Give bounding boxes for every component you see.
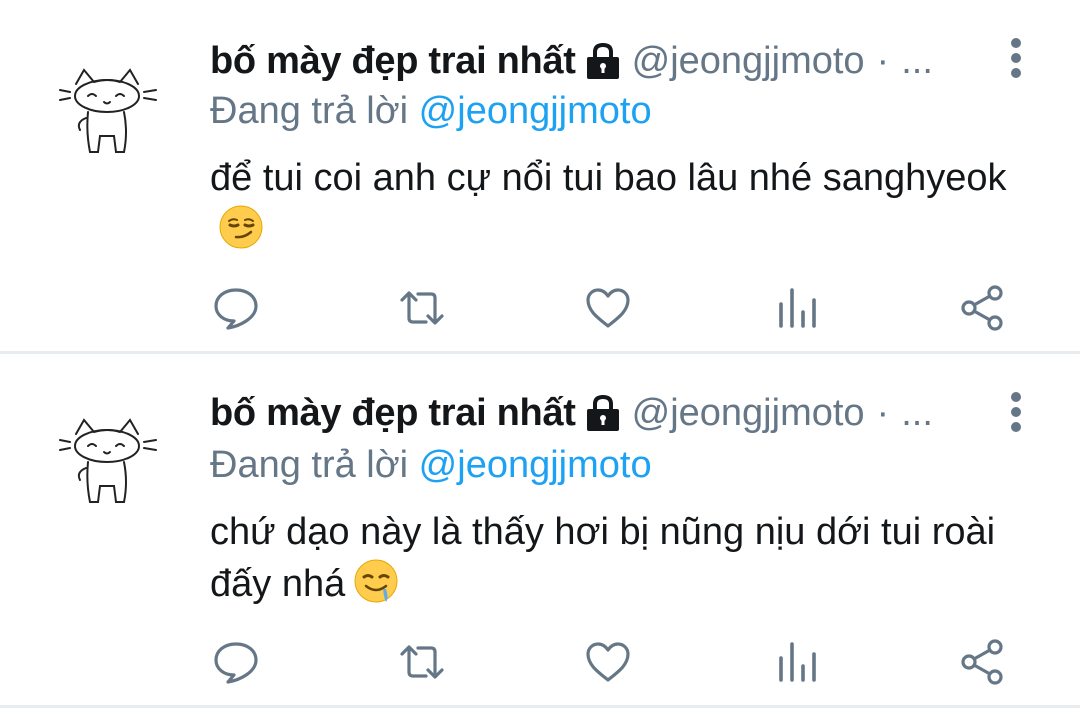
reply-icon[interactable]	[212, 284, 260, 332]
tweet-actions	[210, 638, 1010, 686]
tweet-header: bố mày đẹp trai nhất @jeongjjmoto · ...	[210, 390, 933, 436]
user-handle[interactable]: @jeongjjmoto	[632, 390, 865, 436]
more-options-icon[interactable]	[1008, 392, 1024, 436]
user-handle[interactable]: @jeongjjmoto	[632, 38, 865, 84]
tweet-item[interactable]: bố mày đẹp trai nhất @jeongjjmoto · ... …	[0, 0, 1080, 354]
retweet-icon[interactable]	[398, 638, 446, 686]
replying-to: Đang trả lời @jeongjjmoto	[210, 442, 652, 488]
like-icon[interactable]	[584, 284, 632, 332]
analytics-icon[interactable]	[773, 638, 821, 686]
lock-icon	[586, 394, 619, 431]
share-icon[interactable]	[958, 638, 1006, 686]
lock-icon	[586, 42, 619, 79]
reply-icon[interactable]	[212, 638, 260, 686]
tweet-body: chứ dạo này là thấy hơi bị nũng nịu dới …	[210, 511, 996, 605]
replying-prefix: Đang trả lời	[210, 90, 409, 132]
replying-mention[interactable]: @jeongjjmoto	[419, 90, 652, 132]
tweet-text: chứ dạo này là thấy hơi bị nũng nịu dới …	[210, 506, 1030, 610]
drooling-face-emoji	[354, 559, 398, 603]
replying-prefix: Đang trả lời	[210, 444, 409, 486]
avatar[interactable]	[58, 62, 158, 162]
display-name[interactable]: bố mày đẹp trai nhất	[210, 390, 576, 436]
truncated-timestamp: ...	[901, 40, 933, 82]
separator-dot: ·	[876, 392, 890, 434]
display-name[interactable]: bố mày đẹp trai nhất	[210, 38, 576, 84]
tweet-body: để tui coi anh cự nổi tui bao lâu nhé sa…	[210, 157, 1007, 199]
analytics-icon[interactable]	[773, 284, 821, 332]
truncated-timestamp: ...	[901, 392, 933, 434]
more-options-icon[interactable]	[1008, 38, 1024, 82]
replying-mention[interactable]: @jeongjjmoto	[419, 444, 652, 486]
separator-dot: ·	[876, 40, 890, 82]
retweet-icon[interactable]	[398, 284, 446, 332]
tweet-actions	[210, 284, 1010, 332]
replying-to: Đang trả lời @jeongjjmoto	[210, 88, 652, 134]
avatar[interactable]	[58, 412, 158, 512]
like-icon[interactable]	[584, 638, 632, 686]
tweet-header: bố mày đẹp trai nhất @jeongjjmoto · ...	[210, 38, 933, 84]
smirking-face-emoji	[219, 205, 263, 249]
tweet-item[interactable]: bố mày đẹp trai nhất @jeongjjmoto · ... …	[0, 354, 1080, 708]
tweet-text: để tui coi anh cự nổi tui bao lâu nhé sa…	[210, 152, 1030, 256]
share-icon[interactable]	[958, 284, 1006, 332]
